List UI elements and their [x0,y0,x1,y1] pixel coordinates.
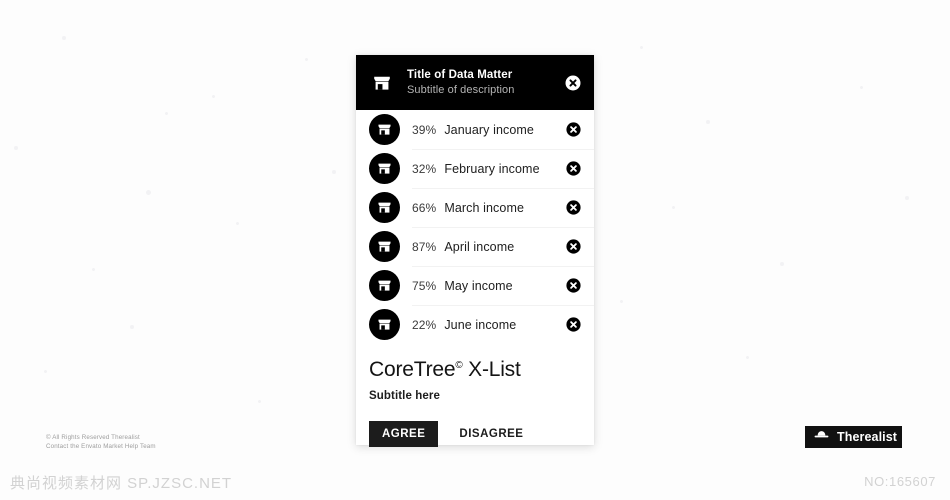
store-icon [369,309,400,340]
background-speck [746,356,749,359]
list-item-texts: 39% January income [412,123,565,137]
footer-actions: AGREE DISAGREE [369,421,581,447]
list-item-percent: 22% [412,317,437,332]
list-item[interactable]: 32% February income [356,149,594,188]
list-item[interactable]: 87% April income [356,227,594,266]
disagree-button[interactable]: DISAGREE [449,421,533,447]
close-circle-icon[interactable] [564,74,582,92]
income-list: 39% January income 32% February income 6… [356,110,594,344]
footer-subtitle: Subtitle here [369,390,440,402]
close-circle-icon[interactable] [565,316,582,333]
background-speck [146,190,151,195]
data-list-card: Title of Data Matter Subtitle of descrip… [356,55,594,447]
card-header: Title of Data Matter Subtitle of descrip… [356,55,594,110]
list-item-percent: 32% [412,161,437,176]
list-item-texts: 66% March income [412,201,565,215]
store-icon [369,270,400,301]
card-subtitle: Subtitle of description [407,84,515,96]
list-item[interactable]: 39% January income [356,110,594,149]
list-item-percent: 87% [412,239,437,254]
brand-badge-label: Therealist [837,430,898,444]
close-circle-icon[interactable] [565,238,582,255]
card-header-texts: Title of Data Matter Subtitle of descrip… [407,68,564,97]
background-speck [620,300,623,303]
background-speck [236,222,239,225]
close-circle-icon[interactable] [565,160,582,177]
list-item-label: March income [444,200,525,215]
store-icon [369,231,400,262]
copyright-mark: © [455,360,463,371]
background-speck [860,86,863,89]
background-speck [780,262,784,266]
credits-line-2: Contact the Envato Market Help Team [46,442,156,450]
list-item[interactable]: 22% June income [356,305,594,344]
store-icon [369,114,400,145]
card-footer: CoreTree© X-List Subtitle here AGREE DIS… [356,344,594,447]
close-circle-icon[interactable] [565,199,582,216]
list-item[interactable]: 75% May income [356,266,594,305]
brand-badge[interactable]: Therealist [805,426,902,448]
watermark-right: NO:165607 [864,474,936,489]
list-item-label: February income [444,161,540,176]
footer-title: CoreTree© X-List [369,358,581,382]
store-icon [369,70,395,96]
store-icon [369,192,400,223]
background-speck [332,170,336,174]
credits-line-1: © All Rights Reserved Therealist [46,434,140,441]
background-speck [305,58,308,61]
background-speck [258,400,261,403]
list-item-texts: 87% April income [412,240,565,254]
page-stage: Title of Data Matter Subtitle of descrip… [0,0,950,500]
background-speck [905,196,909,200]
background-speck [165,112,168,115]
background-speck [44,370,47,373]
credits-block: © All Rights Reserved Therealist Contact… [46,434,156,451]
background-speck [14,146,18,150]
bowler-hat-icon [813,428,830,446]
background-speck [130,325,134,329]
list-item-label: January income [444,122,534,137]
background-speck [62,36,66,40]
card-title: Title of Data Matter [407,69,513,81]
watermark-left: 典尚视频素材网 SP.JZSC.NET [10,475,233,492]
background-speck [672,206,675,209]
agree-button[interactable]: AGREE [369,421,439,447]
list-item-label: June income [444,317,517,332]
footer-title-tail: X-List [462,358,521,381]
background-speck [92,268,95,271]
list-item-label: April income [444,239,515,254]
list-item-percent: 66% [412,200,437,215]
list-item-texts: 32% February income [412,162,565,176]
list-item-texts: 75% May income [412,279,565,293]
background-speck [212,95,215,98]
list-item-texts: 22% June income [412,318,565,332]
background-speck [640,46,643,49]
list-item-percent: 39% [412,122,437,137]
store-icon [369,153,400,184]
list-item[interactable]: 66% March income [356,188,594,227]
footer-title-main: CoreTree [369,358,456,381]
close-circle-icon[interactable] [565,121,582,138]
list-item-percent: 75% [412,278,437,293]
background-speck [706,120,710,124]
close-circle-icon[interactable] [565,277,582,294]
list-item-label: May income [444,278,513,293]
